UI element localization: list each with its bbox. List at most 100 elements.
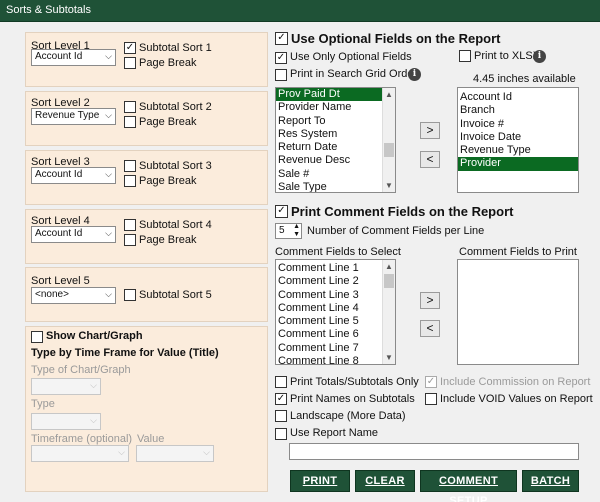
print-grid-order-checkbox[interactable]	[275, 69, 287, 81]
chart-type-select[interactable]: ⌵	[31, 378, 101, 395]
landscape-checkbox[interactable]	[275, 410, 287, 422]
print-names-checkbox[interactable]: ✓	[275, 393, 287, 405]
list-item[interactable]: Revenue Desc	[276, 154, 395, 167]
page-break-3-checkbox[interactable]	[124, 175, 136, 187]
timeframe-select[interactable]: ⌵	[31, 445, 129, 462]
include-commission-label: Include Commission on Report	[440, 376, 591, 388]
sort-level-5-select[interactable]: <none> ⌵	[31, 287, 116, 304]
list-item[interactable]: Branch	[458, 104, 578, 117]
list-item[interactable]: Comment Line 3	[276, 289, 395, 302]
chevron-down-icon: ⌵	[118, 447, 125, 457]
sort-level-3-select[interactable]: Account Id ⌵	[31, 167, 116, 184]
chevron-down-icon: ⌵	[105, 289, 112, 299]
list-item[interactable]: Comment Line 4	[276, 302, 395, 315]
sort-level-1-select[interactable]: Account Id ⌵	[31, 49, 116, 66]
sort-level-1-panel: Sort Level 1 Account Id ⌵ ✓ Subtotal Sort…	[25, 32, 268, 87]
list-item[interactable]: Res System	[276, 128, 395, 141]
list-item[interactable]: Account Id	[458, 91, 578, 104]
page-break-1-checkbox[interactable]	[124, 57, 136, 69]
subtotal-sort-1-checkbox[interactable]: ✓	[124, 42, 136, 54]
sort-level-4-panel: Sort Level 4 Account Id ⌵ Subtotal Sort 4…	[25, 209, 268, 264]
remove-field-button[interactable]: <	[420, 151, 440, 168]
subtotal-sort-4-checkbox[interactable]	[124, 219, 136, 231]
list-item[interactable]: Comment Line 8	[276, 355, 395, 364]
list-item[interactable]: Invoice Date	[458, 131, 578, 144]
list-item[interactable]: Provider	[458, 157, 578, 171]
list-item[interactable]: Invoice #	[458, 118, 578, 131]
print-totals-label: Print Totals/Subtotals Only	[290, 376, 419, 388]
list-item[interactable]: Comment Line 2	[276, 275, 395, 288]
selected-fields-list[interactable]: Account Id Branch Invoice # Invoice Date…	[457, 87, 579, 193]
page-break-2-checkbox[interactable]	[124, 116, 136, 128]
remove-comment-button[interactable]: <	[420, 320, 440, 337]
value-select[interactable]: ⌵	[136, 445, 214, 462]
list-item[interactable]: Sale Type	[276, 181, 395, 192]
list-item[interactable]: Provider Name	[276, 101, 395, 114]
use-only-optional-label: Use Only Optional Fields	[290, 51, 412, 63]
chart-subtype-label: Type	[31, 398, 55, 410]
add-field-button[interactable]: >	[420, 122, 440, 139]
comment-setup-button[interactable]: COMMENT SETUP	[420, 470, 517, 502]
list-item[interactable]: Prov Paid Dt	[276, 88, 395, 102]
subtotal-sort-5-checkbox[interactable]	[124, 289, 136, 301]
list-item[interactable]: Comment Line 1	[276, 262, 395, 275]
subtotal-sort-1-label: Subtotal Sort 1	[139, 42, 212, 54]
stepper-down-icon[interactable]: ▼	[293, 231, 300, 238]
list-item[interactable]: Comment Line 6	[276, 328, 395, 341]
add-comment-button[interactable]: >	[420, 292, 440, 309]
clear-button[interactable]: CLEAR	[355, 470, 415, 492]
chart-subtype-select[interactable]: ⌵	[31, 413, 101, 430]
chevron-up-icon[interactable]: ▲	[383, 260, 395, 273]
chart-heading: Type by Time Frame for Value (Title)	[31, 347, 219, 359]
list-item[interactable]: Revenue Type	[458, 144, 578, 157]
chevron-down-icon[interactable]: ▼	[383, 351, 395, 364]
include-commission-checkbox[interactable]: ✓	[425, 376, 437, 388]
include-void-checkbox[interactable]	[425, 393, 437, 405]
report-name-input[interactable]	[289, 443, 579, 460]
comment-fields-print-list[interactable]	[457, 259, 579, 365]
subtotal-sort-4-label: Subtotal Sort 4	[139, 219, 212, 231]
page-break-1-label: Page Break	[139, 57, 197, 69]
chevron-up-icon[interactable]: ▲	[383, 88, 395, 101]
chevron-down-icon: ⌵	[105, 228, 112, 238]
list-item[interactable]: Return Date	[276, 141, 395, 154]
use-report-name-checkbox[interactable]	[275, 428, 287, 440]
info-icon[interactable]: i	[533, 50, 546, 63]
chevron-down-icon: ⌵	[203, 447, 210, 457]
list-item[interactable]: Sale #	[276, 168, 395, 181]
subtotal-sort-2-label: Subtotal Sort 2	[139, 101, 212, 113]
comment-count-stepper[interactable]: 5 ▲ ▼	[275, 223, 302, 239]
print-button[interactable]: PRINT	[290, 470, 350, 492]
list-item[interactable]: Comment Line 5	[276, 315, 395, 328]
show-chart-checkbox[interactable]	[31, 331, 43, 343]
chart-panel: Show Chart/Graph Type by Time Frame for …	[25, 326, 268, 492]
sort-level-2-panel: Sort Level 2 Revenue Type ⌵ Subtotal Sort…	[25, 91, 268, 146]
subtotal-sort-2-checkbox[interactable]	[124, 101, 136, 113]
sort-level-4-select[interactable]: Account Id ⌵	[31, 226, 116, 243]
subtotal-sort-3-checkbox[interactable]	[124, 160, 136, 172]
scroll-thumb[interactable]	[384, 274, 394, 288]
comment-fields-select-list[interactable]: Comment Line 1 Comment Line 2 Comment Li…	[275, 259, 396, 365]
list-item[interactable]: Comment Line 7	[276, 342, 395, 355]
batch-button[interactable]: BATCH	[522, 470, 579, 492]
list-item[interactable]: Report To	[276, 115, 395, 128]
sort-level-3-panel: Sort Level 3 Account Id ⌵ Subtotal Sort 3…	[25, 150, 268, 205]
sort-level-2-select[interactable]: Revenue Type ⌵	[31, 108, 116, 125]
print-xlsx-checkbox[interactable]	[459, 50, 471, 62]
stepper-up-icon[interactable]: ▲	[293, 223, 300, 230]
available-fields-list[interactable]: Prov Paid Dt Provider Name Report To Res…	[275, 87, 396, 193]
use-only-optional-checkbox[interactable]: ✓	[275, 52, 287, 64]
scrollbar[interactable]: ▲ ▼	[382, 260, 395, 364]
scroll-thumb[interactable]	[384, 143, 394, 157]
chevron-down-icon[interactable]: ▼	[383, 179, 395, 192]
window-title: Sorts & Subtotals	[6, 4, 91, 16]
use-optional-fields-checkbox[interactable]: ✓	[275, 32, 288, 45]
chevron-down-icon: ⌵	[90, 380, 97, 390]
landscape-label: Landscape (More Data)	[290, 410, 406, 422]
page-break-4-checkbox[interactable]	[124, 234, 136, 246]
info-icon[interactable]: i	[408, 68, 421, 81]
print-comment-fields-checkbox[interactable]: ✓	[275, 205, 288, 218]
scrollbar[interactable]: ▲ ▼	[382, 88, 395, 192]
print-totals-checkbox[interactable]	[275, 376, 287, 388]
chevron-down-icon: ⌵	[90, 415, 97, 425]
